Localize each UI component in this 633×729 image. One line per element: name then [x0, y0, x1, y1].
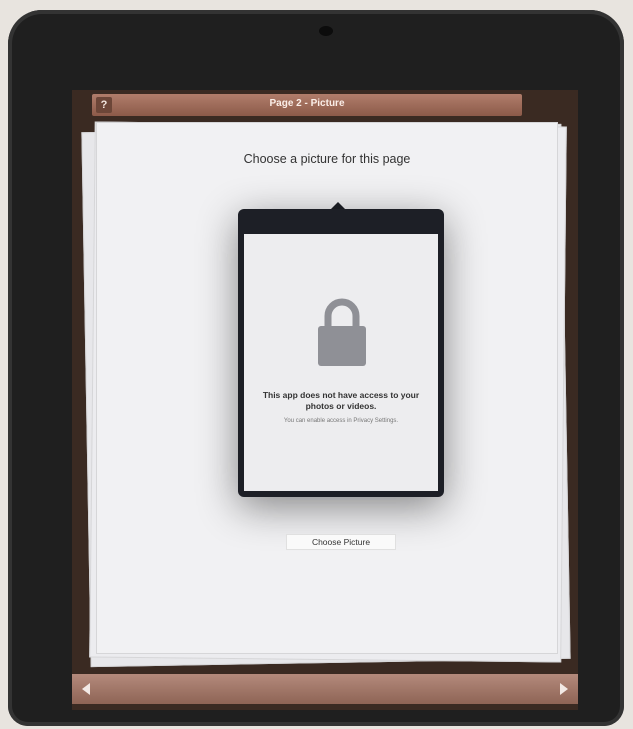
arrow-left-icon[interactable]: [82, 683, 90, 695]
camera-icon: [319, 26, 333, 36]
lock-icon: [318, 298, 366, 366]
tablet-frame: ? Page 2 - Picture Choose a picture for …: [8, 10, 624, 726]
bottom-toolbar: [72, 674, 578, 704]
access-denied-heading: This app does not have access to your ph…: [262, 390, 420, 411]
photo-access-popover: This app does not have access to your ph…: [238, 209, 444, 497]
popover-content: This app does not have access to your ph…: [244, 234, 438, 491]
arrow-right-icon[interactable]: [560, 683, 568, 695]
access-denied-subtext: You can enable access in Privacy Setting…: [283, 418, 399, 424]
choose-picture-button[interactable]: Choose Picture: [286, 534, 396, 550]
top-toolbar: ? Page 2 - Picture: [92, 94, 522, 116]
page-prompt: Choose a picture for this page: [243, 152, 411, 166]
app-screen: ? Page 2 - Picture Choose a picture for …: [72, 90, 578, 710]
paper-stack: Choose a picture for this page This app …: [81, 121, 571, 668]
page-title: Page 2 - Picture: [269, 98, 345, 109]
